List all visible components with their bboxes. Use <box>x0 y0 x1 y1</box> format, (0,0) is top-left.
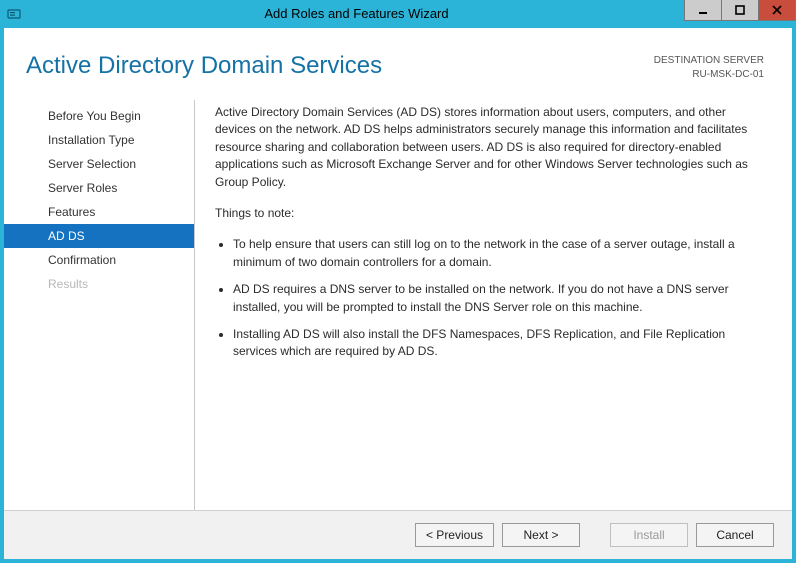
wizard-body: Before You Begin Installation Type Serve… <box>4 100 792 510</box>
page-title: Active Directory Domain Services <box>26 52 382 80</box>
wizard-header: Active Directory Domain Services DESTINA… <box>4 28 792 100</box>
step-server-roles[interactable]: Server Roles <box>4 176 194 200</box>
wizard-footer: < Previous Next > Install Cancel <box>4 510 792 559</box>
step-results: Results <box>4 272 194 296</box>
window-controls <box>685 0 796 28</box>
content-note-heading: Things to note: <box>215 205 764 222</box>
titlebar: Add Roles and Features Wizard <box>0 0 796 28</box>
cancel-button[interactable]: Cancel <box>696 523 774 547</box>
minimize-button[interactable] <box>684 0 722 21</box>
maximize-button[interactable] <box>721 0 759 21</box>
content-note-item: Installing AD DS will also install the D… <box>233 326 764 361</box>
server-manager-icon <box>0 0 28 28</box>
destination-server-block: DESTINATION SERVER RU-MSK-DC-01 <box>654 52 764 82</box>
step-before-you-begin[interactable]: Before You Begin <box>4 104 194 128</box>
close-button[interactable] <box>758 0 796 21</box>
step-installation-type[interactable]: Installation Type <box>4 128 194 152</box>
destination-server-label: DESTINATION SERVER <box>654 54 764 68</box>
window-title: Add Roles and Features Wizard <box>28 0 685 28</box>
step-server-selection[interactable]: Server Selection <box>4 152 194 176</box>
step-ad-ds[interactable]: AD DS <box>4 224 194 248</box>
next-button[interactable]: Next > <box>502 523 580 547</box>
content-note-item: To help ensure that users can still log … <box>233 236 764 271</box>
wizard-window: Add Roles and Features Wizard Active Dir… <box>0 0 796 563</box>
content-note-item: AD DS requires a DNS server to be instal… <box>233 281 764 316</box>
previous-button[interactable]: < Previous <box>415 523 494 547</box>
wizard-content: Active Directory Domain Services (AD DS)… <box>194 100 770 510</box>
content-intro: Active Directory Domain Services (AD DS)… <box>215 104 764 191</box>
wizard-sidebar: Before You Begin Installation Type Serve… <box>4 100 194 510</box>
step-features[interactable]: Features <box>4 200 194 224</box>
install-button: Install <box>610 523 688 547</box>
content-notes-list: To help ensure that users can still log … <box>215 236 764 360</box>
step-confirmation[interactable]: Confirmation <box>4 248 194 272</box>
destination-server-name: RU-MSK-DC-01 <box>654 68 764 82</box>
